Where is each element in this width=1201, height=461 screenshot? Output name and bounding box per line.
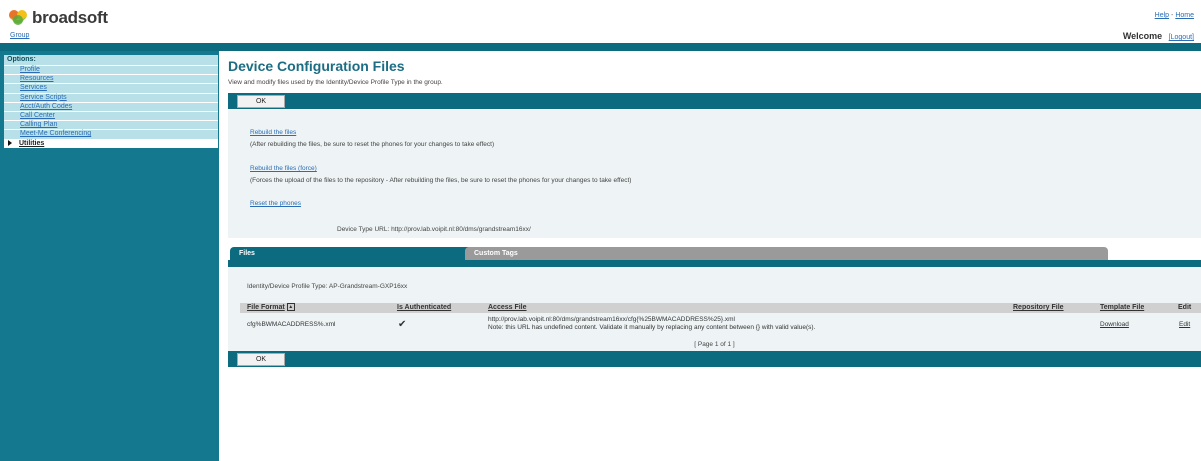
download-template-link[interactable]: Download — [1100, 321, 1129, 328]
sidebar-item-label[interactable]: Meet-Me Conferencing — [20, 130, 91, 137]
options-menu: Options: Profile Resources Services Serv… — [4, 55, 218, 148]
page-subtitle: View and modify files used by the Identi… — [228, 79, 443, 86]
sort-ascending-icon[interactable]: ▲ — [286, 303, 295, 312]
group-breadcrumb-link[interactable]: Group — [10, 32, 29, 39]
sidebar-item-label[interactable]: Service Scripts — [20, 94, 67, 101]
welcome-area: Welcome [Logout] — [1123, 31, 1194, 41]
brand-name: broadsoft — [32, 8, 108, 27]
edit-link[interactable]: Edit — [1179, 321, 1190, 328]
sidebar-item-label[interactable]: Utilities — [19, 140, 44, 147]
sidebar-item-utilities[interactable]: Utilities — [4, 138, 218, 148]
files-panel: Identity/Device Profile Type: AP-Grandst… — [228, 267, 1201, 351]
options-header: Options: — [4, 55, 218, 65]
actions-panel: Rebuild the files (After rebuilding the … — [228, 110, 1201, 238]
top-button-bar: OK — [228, 93, 1201, 109]
sidebar-item-label[interactable]: Call Center — [20, 112, 55, 119]
rebuild-files-note: (After rebuilding the files, be sure to … — [250, 141, 495, 148]
ok-button-bottom[interactable]: OK — [237, 353, 285, 366]
sidebar-item-profile[interactable]: Profile — [4, 65, 218, 75]
sidebar-item-calling-plan[interactable]: Calling Plan — [4, 120, 218, 130]
col-file-format[interactable]: File Format ▲ — [247, 303, 295, 313]
col-file-format-label[interactable]: File Format — [247, 304, 285, 311]
sidebar-item-call-center[interactable]: Call Center — [4, 110, 218, 121]
authenticated-check-icon: ✔ — [398, 319, 407, 330]
pagination: [ Page 1 of 1 ] — [694, 341, 735, 348]
col-access-file[interactable]: Access File — [488, 303, 527, 313]
ok-button-top[interactable]: OK — [237, 95, 285, 108]
col-edit: Edit — [1178, 304, 1192, 311]
sidebar-item-services[interactable]: Services — [4, 83, 218, 93]
files-table-header: File Format ▲ Is Authenticated Access Fil… — [240, 303, 1201, 313]
tab-custom-tags[interactable]: Custom Tags — [465, 247, 1108, 260]
col-repository-file[interactable]: Repository File — [1013, 303, 1064, 313]
welcome-label: Welcome — [1122, 31, 1163, 41]
logout-link[interactable]: [Logout] — [1169, 34, 1194, 41]
sidebar-item-acct-auth-codes[interactable]: Acct/Auth Codes — [4, 101, 218, 111]
row-file-format: cfg%BWMACADDRESS%.xml — [247, 321, 336, 328]
top-links: Help - Home — [1155, 12, 1194, 19]
tab-files[interactable]: Files — [230, 247, 473, 260]
broadsoft-logo[interactable]: broadsoft — [8, 8, 108, 28]
sidebar-item-service-scripts[interactable]: Service Scripts — [4, 92, 218, 102]
device-type-url: Device Type URL: http://prov.lab.voipit.… — [337, 226, 531, 233]
sidebar-item-label[interactable]: Calling Plan — [20, 121, 57, 128]
rebuild-files-link[interactable]: Rebuild the files — [250, 129, 296, 136]
sidebar-item-label[interactable]: Services — [20, 84, 47, 91]
sidebar-item-label[interactable]: Resources — [20, 75, 53, 82]
sidebar-item-resources[interactable]: Resources — [4, 74, 218, 84]
sidebar-item-label[interactable]: Acct/Auth Codes — [20, 103, 72, 110]
broadsoft-logo-icon — [9, 10, 27, 25]
col-is-authenticated[interactable]: Is Authenticated — [397, 303, 451, 313]
bottom-button-bar: OK — [228, 351, 1201, 367]
profile-type-label: Identity/Device Profile Type: AP-Grandst… — [247, 283, 408, 290]
sidebar-item-meet-me-conferencing[interactable]: Meet-Me Conferencing — [4, 129, 218, 139]
page-title: Device Configuration Files — [228, 58, 405, 74]
col-template-file[interactable]: Template File — [1100, 303, 1144, 313]
reset-phones-link[interactable]: Reset the phones — [250, 200, 301, 207]
rebuild-files-force-link[interactable]: Rebuild the files (force) — [250, 165, 317, 172]
sidebar-item-label[interactable]: Profile — [20, 66, 40, 73]
tab-bar: Files Custom Tags — [228, 247, 1201, 260]
sidebar: Options: Profile Resources Services Serv… — [0, 51, 219, 461]
tab-underline — [228, 260, 1201, 267]
top-bar — [0, 43, 1201, 51]
top-links-separator: - — [1171, 12, 1174, 19]
help-link[interactable]: Help — [1155, 12, 1169, 19]
rebuild-files-force-note: (Forces the upload of the files to the r… — [250, 177, 632, 184]
row-access-file-url: http://prov.lab.voipit.nl:80/dms/grandst… — [488, 316, 735, 323]
row-access-file-note: Note: this URL has undefined content. Va… — [488, 324, 816, 331]
home-link[interactable]: Home — [1175, 12, 1194, 19]
selected-arrow-icon — [8, 139, 12, 146]
